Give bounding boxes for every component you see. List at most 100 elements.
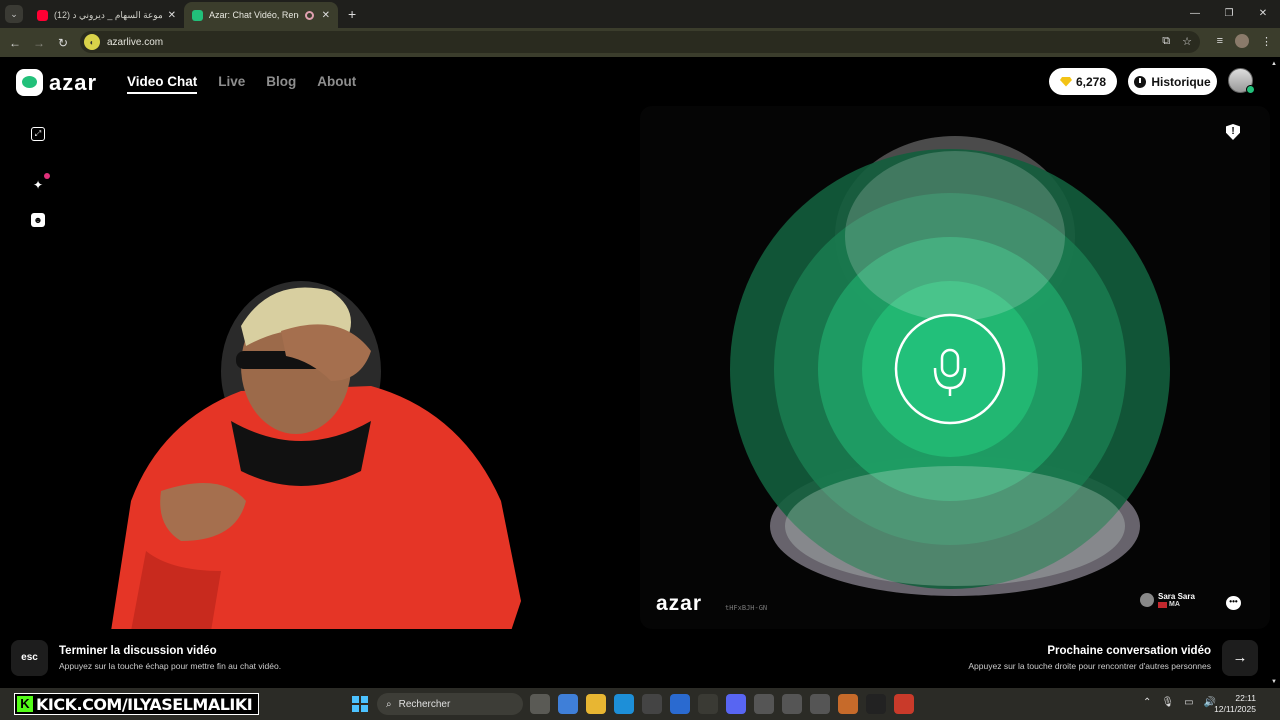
copilot-icon[interactable] [558,694,578,714]
app-icon[interactable] [866,694,886,714]
end-chat-title: Terminer la discussion vidéo [59,645,217,657]
azar-favicon-icon [192,9,203,21]
microphone-tray-icon[interactable]: 🎙 [1161,697,1174,708]
kick-logo-icon: K [17,696,33,712]
time-text: 22:11 [1235,693,1256,703]
country-code: MA [1169,601,1180,608]
minimize-button[interactable]: — [1178,0,1212,28]
media-control-icon[interactable]: ≡ [1217,35,1223,47]
new-tab-button[interactable]: + [348,6,356,22]
end-chat-hint: Appuyez sur la touche échap pour mettre … [59,661,282,671]
windows-start-icon[interactable] [352,696,368,712]
tab-search-button[interactable]: ⌄ [5,5,23,23]
recording-icon [304,10,314,20]
address-bar[interactable]: ◐ azarlive.com ⧉ ☆ [80,31,1200,53]
partner-info[interactable]: Sara Sara MA [1140,592,1195,608]
scroll-up-arrow[interactable]: ▲ [1271,61,1277,67]
search-icon: ⌕ [386,698,392,710]
next-chat-hint: Appuyez sur la touche droite pour rencon… [968,661,1211,671]
notification-dot [44,173,50,179]
close-tab-icon[interactable]: ✕ [322,10,330,21]
history-label: Historique [1151,74,1211,89]
nav-blog[interactable]: Blog [266,74,296,94]
search-placeholder: Rechercher [398,698,451,710]
scroll-down-arrow[interactable]: ▼ [1271,679,1277,685]
main-nav: Video Chat Live Blog About [127,74,356,94]
end-chat-button[interactable]: esc [11,640,48,676]
user-icon [1140,593,1154,607]
file-explorer-icon[interactable] [586,694,606,714]
gems-balance-button[interactable]: 6,278 [1049,68,1117,95]
kick-stream-overlay: K KICK.COM/ILYASELMALIKI [14,693,260,715]
chat-bubble-icon[interactable]: ••• [1226,596,1241,610]
kick-channel-text: KICK.COM/ILYASELMALIKI [36,694,253,714]
remote-video-panel: ! azar tHFxBJH-GN Sara Sara MA ••• [640,106,1270,629]
date-text: 12/11/2025 [1214,704,1256,714]
sticker-face-icon[interactable]: ☻ [31,213,45,227]
online-status-dot [1246,85,1255,94]
nav-live[interactable]: Live [218,74,245,94]
partner-country: MA [1158,601,1195,608]
store-icon[interactable] [642,694,662,714]
forward-button[interactable]: → [27,36,51,50]
obs-icon[interactable] [810,694,830,714]
effects-sparkle-icon[interactable]: ✦ [31,178,45,192]
bookmark-star-icon[interactable]: ☆ [1182,35,1192,48]
browser-tab-active[interactable]: Azar: Chat Vidéo, Rencontre ✕ [184,2,338,28]
user-avatar[interactable] [1228,68,1255,94]
install-app-icon[interactable]: ⧉ [1162,35,1170,48]
discord-icon[interactable] [726,694,746,714]
reload-button[interactable]: ↻ [51,36,75,50]
tab-title: (12) مجموعة السهام _ ديروني د... [54,9,162,20]
restore-button[interactable]: ❐ [1212,0,1246,28]
gamepad-icon[interactable] [782,694,802,714]
local-video-panel: ⤢ ✦ ☻ [11,106,630,629]
task-view-icon[interactable] [530,694,550,714]
taskbar-search[interactable]: ⌕ Rechercher [377,693,523,715]
gems-count: 6,278 [1075,74,1107,89]
browser-tab[interactable]: (12) مجموعة السهام _ ديروني د... ✕ [29,2,184,28]
history-button[interactable]: Historique [1128,68,1217,95]
clock-icon [1134,75,1147,88]
session-id: tHFxBJH-GN [725,604,768,612]
url-text[interactable]: azarlive.com [107,37,163,48]
browser-tab-bar: ⌄ (12) مجموعة السهام _ ديروني د... ✕ Aza… [0,0,1280,28]
azar-logo-icon [16,69,43,96]
next-chat-button[interactable]: → [1222,640,1258,676]
azar-page: azar Video Chat Live Blog About 6,278 Hi… [0,57,1280,688]
next-chat-title: Prochaine conversation vidéo [1047,645,1211,657]
chrome-icon[interactable] [698,694,718,714]
window-controls: — ❐ ✕ [1178,0,1280,28]
partner-name: Sara Sara [1158,592,1195,601]
expand-icon[interactable]: ⤢ [31,127,45,141]
system-tray: ⌃ 🎙 ▭ 🔊 [1143,697,1216,708]
mail-icon[interactable] [670,694,690,714]
site-info-icon[interactable]: ◐ [84,34,100,50]
back-button[interactable]: ← [3,36,27,50]
tray-expand-icon[interactable]: ⌃ [1143,697,1151,708]
close-window-button[interactable]: ✕ [1246,0,1280,28]
app-icon[interactable] [894,694,914,714]
windows-taskbar: K KICK.COM/ILYASELMALIKI ⌕ Rechercher ⌃ … [0,688,1280,720]
network-icon[interactable]: ▭ [1184,697,1193,708]
close-tab-icon[interactable]: ✕ [168,10,176,21]
remote-azar-watermark: azar [656,592,703,615]
logo-text: azar [49,69,98,95]
connecting-animation [730,136,1170,596]
taskbar-clock[interactable]: 22:11 12/11/2025 [1214,693,1256,715]
nav-video-chat[interactable]: Video Chat [127,74,198,94]
edge-icon[interactable] [614,694,634,714]
youtube-icon [37,9,48,21]
azar-logo[interactable]: azar [16,69,97,96]
gem-icon [1059,76,1072,87]
browser-toolbar: ← → ↻ ◐ azarlive.com ⧉ ☆ ≡ ⋮ [0,28,1280,57]
app-icon[interactable] [838,694,858,714]
tab-title: Azar: Chat Vidéo, Rencontre [209,10,299,20]
nav-about[interactable]: About [317,74,356,94]
taskbar-apps [530,694,914,714]
menu-kebab-icon[interactable]: ⋮ [1261,35,1272,48]
morocco-flag-icon [1158,601,1167,608]
local-camera-feed [111,281,521,629]
app-icon[interactable] [754,694,774,714]
profile-icon[interactable] [1235,34,1249,48]
